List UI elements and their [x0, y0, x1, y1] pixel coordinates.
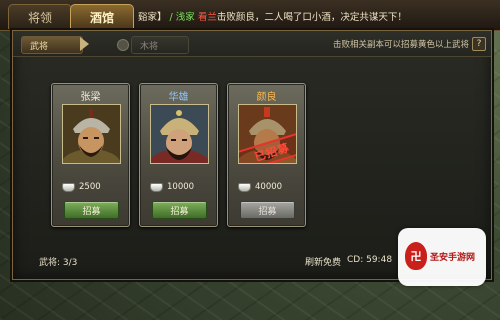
help-button[interactable]: ?	[472, 37, 486, 51]
broadcast-prefix: 谿家】	[138, 12, 167, 23]
general-count: 武将: 3/3	[39, 258, 78, 268]
site-watermark: 卍 圣安手游网	[398, 228, 486, 286]
arrow-right-icon	[80, 37, 89, 51]
broadcast-target: 颜良	[235, 12, 255, 23]
silver-ingot-icon	[62, 182, 75, 192]
general-card: 华雄 10000 招募	[139, 83, 218, 227]
tab-generals[interactable]: 将领	[8, 4, 72, 29]
price-label: 2500	[62, 182, 101, 192]
recruit-hint: 击败相关副本可以招募黄色以上武将	[332, 40, 469, 50]
general-portrait	[62, 104, 121, 164]
general-card: 颜良 已招募 40000 招募	[227, 83, 306, 227]
broadcast-ticker: 谿家】 / 浅家 看兰击败颜良，二人喝了口小酒，决定共谋天下！	[138, 9, 500, 23]
price-label: 10000	[150, 182, 194, 192]
broadcast-text1: 击败	[216, 12, 236, 23]
panel-header: 武将 木将 击败相关副本可以招募黄色以上武将 ?	[13, 31, 491, 57]
price-value: 10000	[167, 182, 195, 192]
recruit-button[interactable]: 招募	[64, 201, 119, 219]
refresh-free-button[interactable]: 刷新免费	[305, 255, 341, 268]
tab-tavern[interactable]: 酒馆	[70, 4, 134, 29]
watermark-text: 圣安手游网	[430, 253, 476, 263]
price-value: 40000	[255, 182, 283, 192]
general-name: 华雄	[168, 92, 189, 103]
general-portrait	[150, 104, 209, 164]
broadcast-text2: ，二人喝了口小酒，决定共谋天下！	[254, 12, 407, 23]
general-name: 颜良	[256, 92, 277, 103]
broadcast-general: 看兰	[197, 12, 217, 23]
silver-ingot-icon	[238, 182, 251, 192]
recruit-button-disabled: 招募	[240, 201, 295, 219]
filter-wood-button[interactable]: 木将	[131, 36, 189, 54]
general-card: 张梁 2500 招募	[51, 83, 130, 227]
silver-ingot-icon	[150, 182, 163, 192]
general-name: 张梁	[80, 92, 101, 103]
price-label: 40000	[238, 182, 282, 192]
general-portrait: 已招募	[238, 104, 297, 164]
recruit-button[interactable]: 招募	[152, 201, 207, 219]
tab-bar: 将领 酒馆 谿家】 / 浅家 看兰击败颜良，二人喝了口小酒，决定共谋天下！	[0, 0, 500, 31]
watermark-logo-icon: 卍	[405, 242, 427, 270]
cooldown-timer: CD: 59:48	[347, 255, 393, 265]
filter-generals-button[interactable]: 武将	[21, 36, 83, 54]
broadcast-player: / 浅家	[169, 12, 195, 23]
radio-dot-icon	[117, 39, 129, 51]
price-value: 2500	[79, 182, 101, 192]
